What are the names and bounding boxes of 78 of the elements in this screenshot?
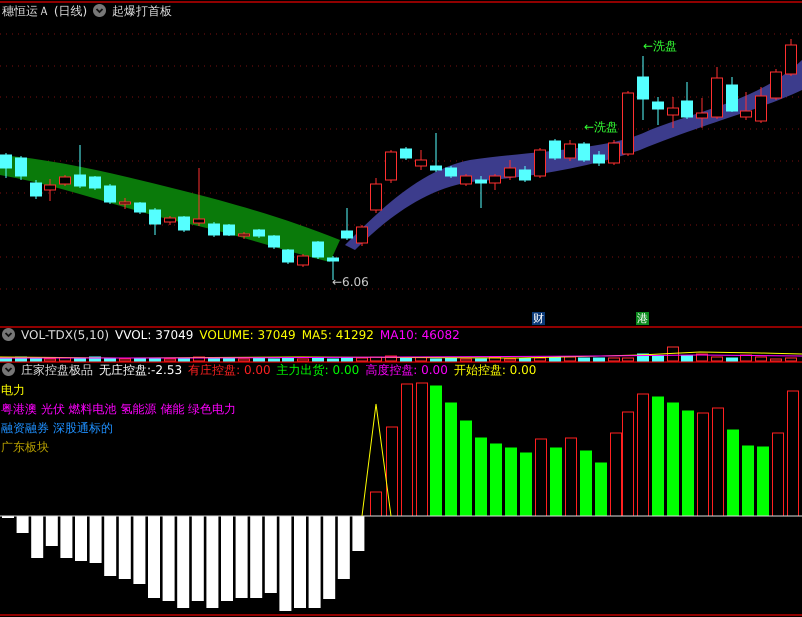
candlestick — [297, 254, 309, 268]
sector-tag: 粤港澳 光伏 燃料电池 氢能源 储能 绿色电力 — [1, 400, 236, 419]
candlestick — [681, 82, 693, 120]
indicator-reading: 高度控盘: 0.00 — [365, 363, 448, 377]
collapse-icon[interactable] — [93, 4, 106, 17]
candlestick — [268, 234, 280, 250]
candlestick — [30, 180, 42, 200]
indicator-reading: VVOL: 37049 — [115, 328, 194, 342]
candlestick — [608, 140, 620, 166]
candlestick — [312, 240, 324, 260]
candlestick — [0, 152, 12, 178]
candlestick — [770, 68, 782, 100]
candlestick — [430, 132, 442, 172]
sector-tag: 广东板块 — [1, 438, 236, 457]
candlestick — [415, 150, 427, 170]
candlestick — [149, 208, 161, 236]
event-marker[interactable]: 港 — [636, 312, 649, 325]
event-marker[interactable]: 财 — [532, 312, 545, 325]
candlestick — [637, 56, 649, 120]
indicator-reading: 开始控盘: 0.00 — [454, 363, 536, 377]
collapse-icon[interactable] — [2, 363, 15, 376]
candlestick — [504, 160, 516, 180]
collapse-icon[interactable] — [2, 328, 15, 341]
candlestick — [578, 142, 590, 162]
candlestick — [208, 222, 220, 238]
candlestick — [460, 174, 472, 186]
candlestick — [622, 90, 634, 156]
indicator-reading: 有庄控盘: 0.00 — [188, 363, 271, 377]
candlestick — [755, 86, 767, 124]
indicator-name: VOL-TDX(5,10) — [21, 328, 110, 342]
signal-label: ←洗盘 — [643, 39, 678, 53]
candlestick — [652, 96, 664, 126]
signal-label: ←洗盘 — [584, 120, 618, 134]
indicator-reading: 无庄控盘:-2.53 — [99, 363, 182, 377]
candlestick — [785, 38, 797, 76]
candlestick — [104, 184, 116, 204]
indicator-reading: MA10: 46082 — [380, 328, 460, 342]
stock-title: 穗恒运Ａ (日线) — [2, 4, 88, 18]
candlestick — [445, 166, 457, 178]
candlestick — [593, 150, 605, 166]
candlestick — [356, 224, 368, 246]
candlestick — [564, 140, 576, 162]
candlestick — [178, 216, 190, 232]
candlestick — [44, 178, 56, 202]
candlestick — [400, 146, 412, 160]
candlestick — [238, 232, 250, 240]
price-label: ←6.06 — [332, 275, 369, 289]
candlestick — [385, 150, 397, 184]
candlestick — [489, 174, 501, 190]
candlestick — [74, 144, 86, 188]
indicator-name: 庄家控盘极品 — [21, 363, 93, 377]
indicator-reading: VOLUME: 37049 — [199, 328, 296, 342]
candlestick — [726, 76, 738, 112]
candlestick — [89, 176, 101, 190]
sector-tag: 融资融券 深股通标的 — [1, 419, 236, 438]
candlestick — [475, 176, 487, 208]
candlestick — [282, 248, 294, 264]
candlestick — [549, 138, 561, 160]
candlestick — [134, 202, 146, 214]
candlestick — [519, 166, 531, 182]
candlestick — [341, 208, 353, 240]
indicator-reading: 主力出货: 0.00 — [276, 363, 360, 377]
sector-tag: 电力 — [1, 381, 236, 400]
indicator-reading: MA5: 41292 — [302, 328, 374, 342]
candlestick — [164, 216, 176, 226]
candlestick — [119, 198, 131, 210]
candlestick — [253, 228, 265, 238]
candlestick — [59, 174, 71, 186]
candlestick — [740, 92, 752, 120]
candlestick — [193, 168, 205, 226]
candlestick — [696, 98, 708, 128]
candlestick — [711, 66, 723, 120]
candlestick — [370, 178, 382, 214]
candlestick — [534, 148, 546, 178]
candlestick — [15, 156, 27, 180]
candlestick — [223, 224, 235, 236]
candlestick — [667, 96, 679, 128]
indicator-name: 起爆打首板 — [112, 4, 172, 18]
